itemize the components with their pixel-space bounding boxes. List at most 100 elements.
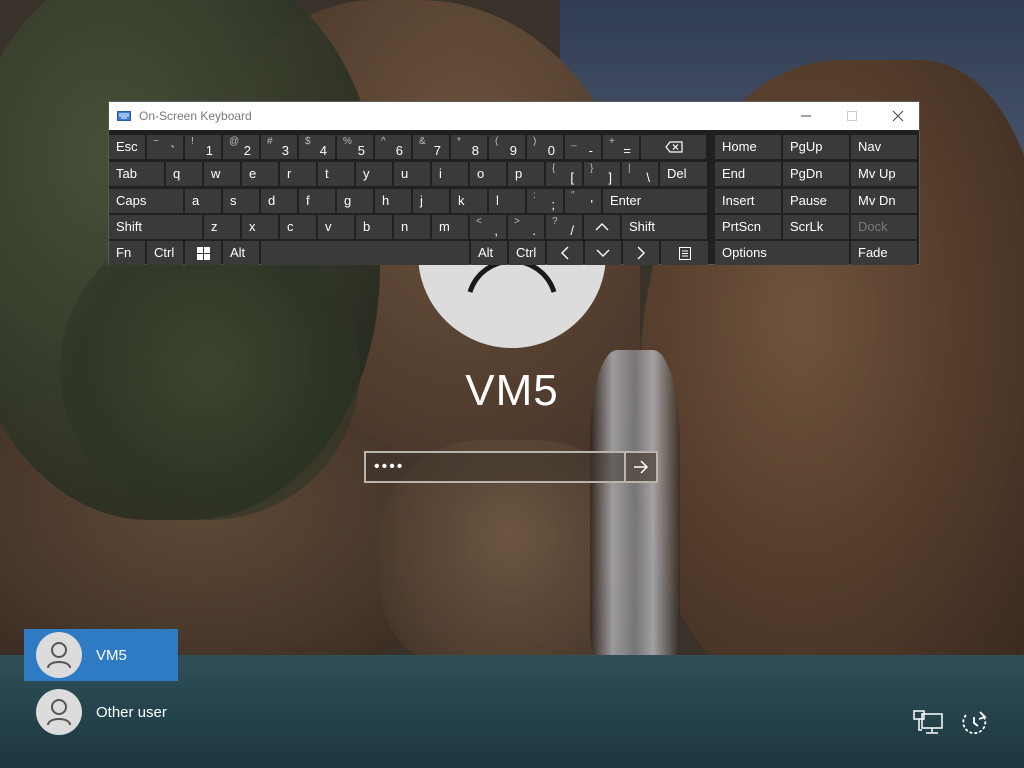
key-ctrl[interactable]: Ctrl <box>147 241 183 265</box>
key-\[interactable]: | \ <box>622 162 658 186</box>
key-u[interactable]: u <box>394 162 430 186</box>
key-fade[interactable]: Fade <box>851 241 917 265</box>
key-pause[interactable]: Pause <box>783 189 849 213</box>
key-nav[interactable]: Nav <box>851 135 917 159</box>
key-label: e <box>249 166 257 181</box>
key-home[interactable]: Home <box>715 135 781 159</box>
key-e[interactable]: e <box>242 162 278 186</box>
key-end[interactable]: End <box>715 162 781 186</box>
key-f[interactable]: f <box>299 189 335 213</box>
key-arrow-down[interactable] <box>585 241 621 265</box>
key-`[interactable]: ~ ` <box>147 135 183 159</box>
key-label: Insert <box>722 193 755 208</box>
key-m[interactable]: m <box>432 215 468 239</box>
key-enter[interactable]: Enter <box>603 189 707 213</box>
key-b[interactable]: b <box>356 215 392 239</box>
key-label: v <box>325 219 332 234</box>
key-j[interactable]: j <box>413 189 449 213</box>
key-insert[interactable]: Insert <box>715 189 781 213</box>
key-z[interactable]: z <box>204 215 240 239</box>
key-o[interactable]: o <box>470 162 506 186</box>
key-h[interactable]: h <box>375 189 411 213</box>
key-.[interactable]: >. <box>508 215 544 239</box>
key-3[interactable]: #3 <box>261 135 297 159</box>
key-prtscn[interactable]: PrtScn <box>715 215 781 239</box>
key-arrow-up[interactable] <box>584 215 620 239</box>
key-scrlk[interactable]: ScrLk <box>783 215 849 239</box>
key-y[interactable]: y <box>356 162 392 186</box>
minimize-button[interactable] <box>783 102 829 130</box>
key-9[interactable]: (9 <box>489 135 525 159</box>
key-mv-up[interactable]: Mv Up <box>851 162 917 186</box>
avatar <box>36 689 82 735</box>
key-][interactable]: }] <box>584 162 620 186</box>
key-arrow-right[interactable] <box>623 241 659 265</box>
key-a[interactable]: a <box>185 189 221 213</box>
key-del[interactable]: Del <box>660 162 707 186</box>
key-8[interactable]: * 8 <box>451 135 487 159</box>
key-caps[interactable]: Caps <box>109 189 183 213</box>
key-shift[interactable]: Shift <box>109 215 202 239</box>
key-menu[interactable] <box>661 241 708 265</box>
key-6[interactable]: ^ 6 <box>375 135 411 159</box>
key-shift-label: $ <box>305 136 311 147</box>
key-ctrl[interactable]: Ctrl <box>509 241 545 265</box>
key-pgup[interactable]: PgUp <box>783 135 849 159</box>
key-/[interactable]: ? / <box>546 215 582 239</box>
key-c[interactable]: c <box>280 215 316 239</box>
user-tile-other-user[interactable]: Other user <box>24 686 178 738</box>
key-shift[interactable]: Shift <box>622 215 707 239</box>
key-4[interactable]: $4 <box>299 135 335 159</box>
key-'[interactable]: " ' <box>565 189 601 213</box>
osk-title-bar[interactable]: On-Screen Keyboard <box>109 102 919 130</box>
key-g[interactable]: g <box>337 189 373 213</box>
ease-of-access-button[interactable] <box>958 708 990 736</box>
key-,[interactable]: <, <box>470 215 506 239</box>
key-tab[interactable]: Tab <box>109 162 164 186</box>
key-d[interactable]: d <box>261 189 297 213</box>
key-q[interactable]: q <box>166 162 202 186</box>
key-pgdn[interactable]: PgDn <box>783 162 849 186</box>
key--[interactable]: _ - <box>565 135 601 159</box>
password-input[interactable] <box>366 453 636 481</box>
key-r[interactable]: r <box>280 162 316 186</box>
key-n[interactable]: n <box>394 215 430 239</box>
network-button[interactable] <box>912 708 944 736</box>
key-v[interactable]: v <box>318 215 354 239</box>
key-dock[interactable]: Dock <box>851 215 917 239</box>
maximize-button[interactable] <box>829 102 875 130</box>
key-s[interactable]: s <box>223 189 259 213</box>
key-[[interactable]: {[ <box>546 162 582 186</box>
key-k[interactable]: k <box>451 189 487 213</box>
key-l[interactable]: l <box>489 189 525 213</box>
submit-button[interactable] <box>624 453 656 481</box>
key-label: b <box>363 219 371 234</box>
key-p[interactable]: p <box>508 162 544 186</box>
key-esc[interactable]: Esc <box>109 135 145 159</box>
key-=[interactable]: + = <box>603 135 639 159</box>
key-space[interactable] <box>261 241 469 265</box>
key-windows[interactable] <box>185 241 221 265</box>
key-alt[interactable]: Alt <box>471 241 507 265</box>
key-arrow-left[interactable] <box>547 241 583 265</box>
key-label: Home <box>722 139 757 154</box>
key-fn[interactable]: Fn <box>109 241 145 265</box>
key-;[interactable]: :; <box>527 189 563 213</box>
key-x[interactable]: x <box>242 215 278 239</box>
key-main-label: ' <box>590 197 593 212</box>
key-t[interactable]: t <box>318 162 354 186</box>
key-2[interactable]: @2 <box>223 135 259 159</box>
key-1[interactable]: ! 1 <box>185 135 221 159</box>
user-tile-vm5[interactable]: VM5 <box>24 629 178 681</box>
key-7[interactable]: & 7 <box>413 135 449 159</box>
key-5[interactable]: % 5 <box>337 135 373 159</box>
key-0[interactable]: ) 0 <box>527 135 563 159</box>
key-mv-dn[interactable]: Mv Dn <box>851 189 917 213</box>
key-alt[interactable]: Alt <box>223 241 259 265</box>
key-w[interactable]: w <box>204 162 240 186</box>
key-label: j <box>420 193 423 208</box>
close-button[interactable] <box>875 102 921 130</box>
key-options[interactable]: Options <box>715 241 849 265</box>
key-i[interactable]: i <box>432 162 468 186</box>
key-backspace[interactable] <box>641 135 706 159</box>
